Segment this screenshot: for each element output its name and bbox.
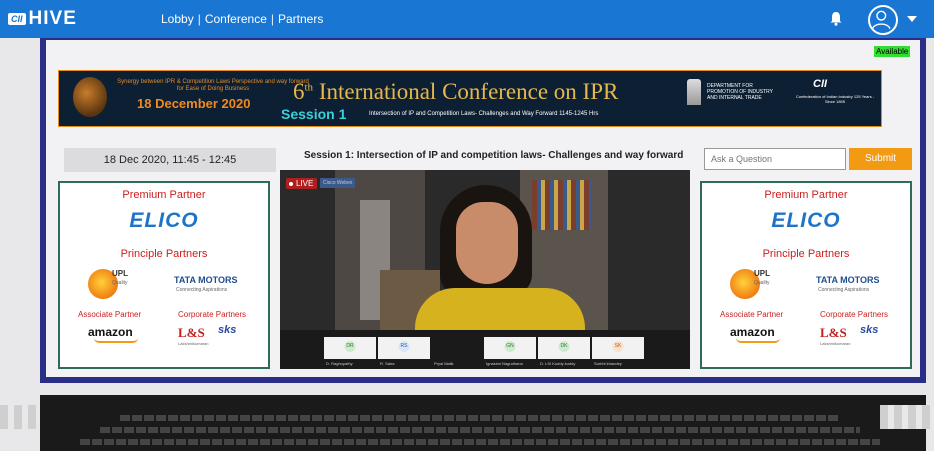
seat-row [120, 415, 840, 421]
participant-name: R. Saha [380, 361, 395, 366]
seat-row [80, 439, 880, 445]
banner-session: Session 1 [281, 106, 347, 122]
participant-tile[interactable]: RS [378, 337, 430, 359]
sks-logo[interactable]: sks [218, 324, 236, 336]
ls-logo-subtext: Lakshmikumaran [820, 341, 851, 346]
amazon-smile-icon [736, 338, 780, 343]
national-emblem-icon [687, 79, 701, 105]
tata-motors-tagline: Connecting Aspirations [818, 287, 870, 293]
live-video-player[interactable]: LIVE Cisco Webex DR RS GN DK SK D. Raghu… [280, 170, 690, 369]
submit-question-button[interactable]: Submit [849, 148, 912, 170]
cii-logo-mark: CII [8, 13, 26, 25]
auditorium-chairs-right [880, 405, 934, 429]
fingerprint-globe-icon [73, 77, 107, 117]
participant-tile[interactable]: DK [538, 337, 590, 359]
auditorium-hall [40, 395, 926, 451]
ls-logo[interactable]: L&S [820, 325, 847, 341]
principle-partners-heading: Principle Partners [120, 248, 208, 260]
associate-partner-heading: Associate Partner [720, 310, 784, 319]
video-title: Session 1: Intersection of IP and compet… [304, 150, 684, 161]
amazon-logo[interactable]: amazon [88, 325, 133, 339]
amazon-smile-icon [94, 338, 138, 343]
elico-logo[interactable]: ELICO [60, 209, 268, 233]
ask-question-input[interactable] [704, 148, 846, 170]
nav-conference[interactable]: Conference [205, 12, 267, 26]
cii-banner-text: Confederation of Indian Industry 125 Yea… [795, 94, 875, 104]
nav-separator: | [197, 12, 201, 26]
elico-logo[interactable]: ELICO [702, 209, 910, 233]
participant-tile[interactable]: SK [592, 337, 644, 359]
amazon-logo[interactable]: amazon [730, 325, 775, 339]
participant-strip: DR RS GN DK SK D. Raghupathy R. Saha Pry… [280, 330, 690, 369]
account-dropdown-chevron-icon[interactable] [907, 16, 917, 22]
nav-lobby[interactable]: Lobby [161, 12, 194, 26]
corporate-partners-heading: Corporate Partners [820, 310, 889, 319]
partners-panel-left: Premium Partner ELICO Principle Partners… [58, 181, 270, 369]
notification-bell-icon[interactable] [829, 11, 843, 26]
premium-partner-heading: Premium Partner [764, 189, 848, 201]
upl-logo-subtext: Quality [754, 280, 770, 286]
stage-screen: Available Synergy between IPR & Competit… [40, 38, 926, 383]
nav-partners[interactable]: Partners [278, 12, 323, 26]
conference-ordinal: 6 [293, 79, 305, 104]
corporate-partners-heading: Corporate Partners [178, 310, 247, 319]
conference-ordinal-suffix: th [304, 81, 314, 94]
upl-logo-subtext: Quality [112, 280, 128, 286]
participant-tile[interactable]: GN [484, 337, 536, 359]
banner-tagline: Synergy between IPR & Competition Laws P… [117, 79, 309, 92]
hive-logo-text: HIVE [28, 8, 77, 29]
principle-partners-heading: Principle Partners [762, 248, 850, 260]
associate-partner-heading: Associate Partner [78, 310, 142, 319]
seat-row [100, 427, 860, 433]
breadcrumb-nav: Lobby | Conference | Partners [161, 12, 323, 26]
conference-banner: Synergy between IPR & Competition Laws P… [58, 70, 882, 127]
speaker-face [456, 202, 518, 284]
video-background-bookshelf [532, 180, 592, 230]
tata-motors-tagline: Connecting Aspirations [176, 287, 228, 293]
user-avatar-icon[interactable] [868, 5, 898, 35]
session-datetime: 18 Dec 2020, 11:45 - 12:45 [64, 148, 276, 172]
speaker-body [415, 288, 585, 330]
sks-logo[interactable]: sks [860, 324, 878, 336]
participant-name: D. LSI Kuddy kuddy [540, 361, 576, 366]
live-badge: LIVE [286, 178, 318, 189]
participant-name: Pryal Malik [434, 361, 454, 366]
participant-name: Ignasimi Nagudhana [486, 361, 523, 366]
banner-date: 18 December 2020 [137, 96, 251, 111]
tata-motors-logo[interactable]: TATA MOTORS [174, 275, 238, 285]
participant-name: Surbhi khandey [594, 361, 622, 366]
ls-logo[interactable]: L&S [178, 325, 205, 341]
ls-logo-subtext: Lakshmikumaran [178, 341, 209, 346]
status-badge: Available [874, 46, 911, 57]
tata-motors-logo[interactable]: TATA MOTORS [816, 275, 880, 285]
conference-title: 6th International Conference on IPR [293, 79, 618, 105]
auditorium-seating [0, 383, 934, 451]
premium-partner-heading: Premium Partner [122, 189, 206, 201]
live-source-tag: Cisco Webex [320, 178, 356, 188]
partners-panel-right: Premium Partner ELICO Principle Partners… [700, 181, 912, 369]
participant-tile[interactable]: DR [324, 337, 376, 359]
cii-banner-logo: CII [813, 78, 828, 90]
conference-title-text: International Conference on IPR [318, 79, 619, 104]
banner-session-subtitle: Intersection of IP and Competition Laws-… [369, 111, 599, 117]
stage-content: Available Synergy between IPR & Competit… [46, 40, 920, 377]
upl-logo-text: UPL [754, 269, 770, 278]
upl-logo-text: UPL [112, 269, 128, 278]
hive-logo[interactable]: CII HIVE [8, 8, 77, 30]
top-nav-bar: CII HIVE Lobby | Conference | Partners [0, 0, 934, 38]
dpiit-text: DEPARTMENT FOR PROMOTION OF INDUSTRY AND… [707, 83, 773, 101]
participant-name: D. Raghupathy [326, 361, 353, 366]
nav-separator: | [270, 12, 274, 26]
